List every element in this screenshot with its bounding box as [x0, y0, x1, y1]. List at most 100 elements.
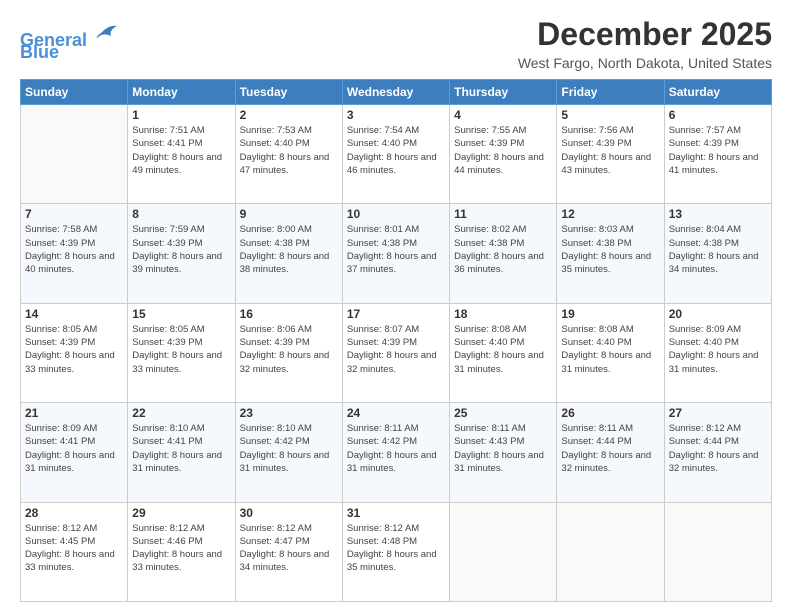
calendar-cell: 22 Sunrise: 8:10 AMSunset: 4:41 PMDaylig…: [128, 403, 235, 502]
calendar-cell: 12 Sunrise: 8:03 AMSunset: 4:38 PMDaylig…: [557, 204, 664, 303]
day-header-wednesday: Wednesday: [342, 80, 449, 105]
day-header-monday: Monday: [128, 80, 235, 105]
day-number: 3: [347, 108, 445, 122]
day-info: Sunrise: 8:08 AMSunset: 4:40 PMDaylight:…: [454, 323, 552, 376]
calendar-cell: 18 Sunrise: 8:08 AMSunset: 4:40 PMDaylig…: [450, 303, 557, 402]
day-info: Sunrise: 7:55 AMSunset: 4:39 PMDaylight:…: [454, 124, 552, 177]
day-info: Sunrise: 8:04 AMSunset: 4:38 PMDaylight:…: [669, 223, 767, 276]
day-info: Sunrise: 8:11 AMSunset: 4:42 PMDaylight:…: [347, 422, 445, 475]
day-number: 27: [669, 406, 767, 420]
calendar-cell: 30 Sunrise: 8:12 AMSunset: 4:47 PMDaylig…: [235, 502, 342, 601]
calendar-cell: 6 Sunrise: 7:57 AMSunset: 4:39 PMDayligh…: [664, 105, 771, 204]
logo: General Blue: [20, 16, 119, 63]
day-number: 25: [454, 406, 552, 420]
calendar-cell: 1 Sunrise: 7:51 AMSunset: 4:41 PMDayligh…: [128, 105, 235, 204]
header: General Blue December 2025 West Fargo, N…: [20, 16, 772, 71]
calendar-cell: 29 Sunrise: 8:12 AMSunset: 4:46 PMDaylig…: [128, 502, 235, 601]
logo-bird-icon: [89, 16, 119, 46]
day-number: 19: [561, 307, 659, 321]
day-number: 15: [132, 307, 230, 321]
day-info: Sunrise: 8:02 AMSunset: 4:38 PMDaylight:…: [454, 223, 552, 276]
day-info: Sunrise: 8:09 AMSunset: 4:40 PMDaylight:…: [669, 323, 767, 376]
calendar-cell: 2 Sunrise: 7:53 AMSunset: 4:40 PMDayligh…: [235, 105, 342, 204]
day-number: 31: [347, 506, 445, 520]
day-info: Sunrise: 8:12 AMSunset: 4:46 PMDaylight:…: [132, 522, 230, 575]
calendar-cell: 20 Sunrise: 8:09 AMSunset: 4:40 PMDaylig…: [664, 303, 771, 402]
calendar-cell: 8 Sunrise: 7:59 AMSunset: 4:39 PMDayligh…: [128, 204, 235, 303]
day-number: 9: [240, 207, 338, 221]
day-number: 12: [561, 207, 659, 221]
calendar-cell: 10 Sunrise: 8:01 AMSunset: 4:38 PMDaylig…: [342, 204, 449, 303]
day-info: Sunrise: 7:58 AMSunset: 4:39 PMDaylight:…: [25, 223, 123, 276]
day-number: 13: [669, 207, 767, 221]
day-number: 5: [561, 108, 659, 122]
day-number: 7: [25, 207, 123, 221]
day-info: Sunrise: 8:10 AMSunset: 4:41 PMDaylight:…: [132, 422, 230, 475]
day-number: 18: [454, 307, 552, 321]
day-info: Sunrise: 8:06 AMSunset: 4:39 PMDaylight:…: [240, 323, 338, 376]
day-info: Sunrise: 7:54 AMSunset: 4:40 PMDaylight:…: [347, 124, 445, 177]
day-number: 22: [132, 406, 230, 420]
calendar-cell: [21, 105, 128, 204]
calendar-cell: 9 Sunrise: 8:00 AMSunset: 4:38 PMDayligh…: [235, 204, 342, 303]
day-number: 14: [25, 307, 123, 321]
day-header-sunday: Sunday: [21, 80, 128, 105]
calendar-cell: 17 Sunrise: 8:07 AMSunset: 4:39 PMDaylig…: [342, 303, 449, 402]
day-number: 30: [240, 506, 338, 520]
day-info: Sunrise: 8:12 AMSunset: 4:45 PMDaylight:…: [25, 522, 123, 575]
day-info: Sunrise: 8:03 AMSunset: 4:38 PMDaylight:…: [561, 223, 659, 276]
day-number: 16: [240, 307, 338, 321]
calendar-table: SundayMondayTuesdayWednesdayThursdayFrid…: [20, 79, 772, 602]
calendar-cell: 7 Sunrise: 7:58 AMSunset: 4:39 PMDayligh…: [21, 204, 128, 303]
calendar-header-row: SundayMondayTuesdayWednesdayThursdayFrid…: [21, 80, 772, 105]
day-info: Sunrise: 8:07 AMSunset: 4:39 PMDaylight:…: [347, 323, 445, 376]
calendar-cell: 3 Sunrise: 7:54 AMSunset: 4:40 PMDayligh…: [342, 105, 449, 204]
day-number: 20: [669, 307, 767, 321]
day-info: Sunrise: 7:51 AMSunset: 4:41 PMDaylight:…: [132, 124, 230, 177]
day-info: Sunrise: 8:01 AMSunset: 4:38 PMDaylight:…: [347, 223, 445, 276]
calendar-cell: 24 Sunrise: 8:11 AMSunset: 4:42 PMDaylig…: [342, 403, 449, 502]
day-info: Sunrise: 8:05 AMSunset: 4:39 PMDaylight:…: [132, 323, 230, 376]
day-number: 17: [347, 307, 445, 321]
day-number: 21: [25, 406, 123, 420]
calendar-cell: 4 Sunrise: 7:55 AMSunset: 4:39 PMDayligh…: [450, 105, 557, 204]
day-info: Sunrise: 8:05 AMSunset: 4:39 PMDaylight:…: [25, 323, 123, 376]
calendar-cell: [450, 502, 557, 601]
calendar-cell: 19 Sunrise: 8:08 AMSunset: 4:40 PMDaylig…: [557, 303, 664, 402]
day-header-saturday: Saturday: [664, 80, 771, 105]
location: West Fargo, North Dakota, United States: [518, 55, 772, 71]
calendar-cell: 13 Sunrise: 8:04 AMSunset: 4:38 PMDaylig…: [664, 204, 771, 303]
day-number: 11: [454, 207, 552, 221]
calendar-week-4: 21 Sunrise: 8:09 AMSunset: 4:41 PMDaylig…: [21, 403, 772, 502]
day-number: 6: [669, 108, 767, 122]
title-area: December 2025 West Fargo, North Dakota, …: [518, 16, 772, 71]
calendar-cell: 11 Sunrise: 8:02 AMSunset: 4:38 PMDaylig…: [450, 204, 557, 303]
calendar-week-2: 7 Sunrise: 7:58 AMSunset: 4:39 PMDayligh…: [21, 204, 772, 303]
calendar-cell: [557, 502, 664, 601]
day-info: Sunrise: 7:56 AMSunset: 4:39 PMDaylight:…: [561, 124, 659, 177]
day-number: 29: [132, 506, 230, 520]
day-info: Sunrise: 8:12 AMSunset: 4:48 PMDaylight:…: [347, 522, 445, 575]
day-info: Sunrise: 8:11 AMSunset: 4:43 PMDaylight:…: [454, 422, 552, 475]
day-number: 10: [347, 207, 445, 221]
day-info: Sunrise: 8:10 AMSunset: 4:42 PMDaylight:…: [240, 422, 338, 475]
day-info: Sunrise: 8:00 AMSunset: 4:38 PMDaylight:…: [240, 223, 338, 276]
calendar-cell: 23 Sunrise: 8:10 AMSunset: 4:42 PMDaylig…: [235, 403, 342, 502]
day-number: 2: [240, 108, 338, 122]
page: General Blue December 2025 West Fargo, N…: [0, 0, 792, 612]
day-number: 24: [347, 406, 445, 420]
calendar-week-3: 14 Sunrise: 8:05 AMSunset: 4:39 PMDaylig…: [21, 303, 772, 402]
day-number: 8: [132, 207, 230, 221]
day-info: Sunrise: 8:11 AMSunset: 4:44 PMDaylight:…: [561, 422, 659, 475]
day-number: 1: [132, 108, 230, 122]
calendar-cell: 14 Sunrise: 8:05 AMSunset: 4:39 PMDaylig…: [21, 303, 128, 402]
calendar-week-5: 28 Sunrise: 8:12 AMSunset: 4:45 PMDaylig…: [21, 502, 772, 601]
calendar-cell: 15 Sunrise: 8:05 AMSunset: 4:39 PMDaylig…: [128, 303, 235, 402]
day-number: 4: [454, 108, 552, 122]
day-info: Sunrise: 8:08 AMSunset: 4:40 PMDaylight:…: [561, 323, 659, 376]
calendar-cell: 25 Sunrise: 8:11 AMSunset: 4:43 PMDaylig…: [450, 403, 557, 502]
day-header-tuesday: Tuesday: [235, 80, 342, 105]
calendar-week-1: 1 Sunrise: 7:51 AMSunset: 4:41 PMDayligh…: [21, 105, 772, 204]
calendar-cell: 27 Sunrise: 8:12 AMSunset: 4:44 PMDaylig…: [664, 403, 771, 502]
day-number: 28: [25, 506, 123, 520]
